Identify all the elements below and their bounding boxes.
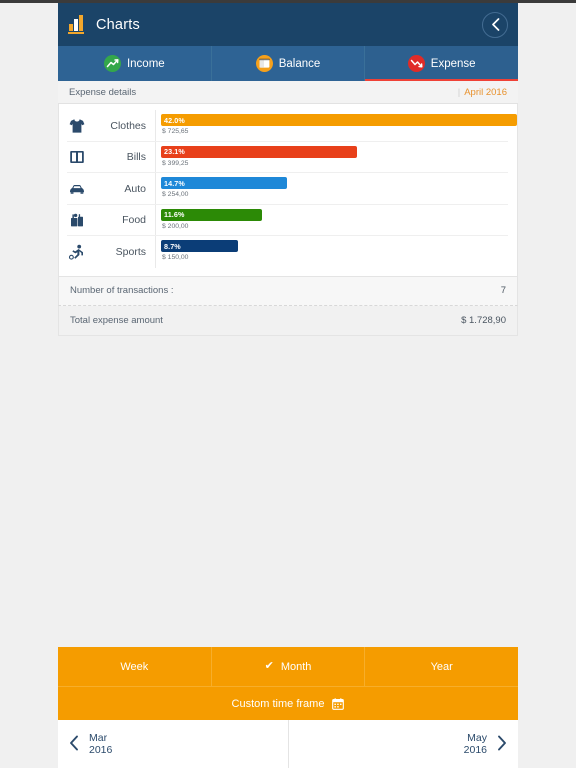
category-label: Bills: [87, 151, 149, 163]
chart-row[interactable]: Food 11.6% $ 200,00: [59, 205, 517, 237]
bar: 8.7%: [161, 240, 238, 252]
custom-time-frame-label: Custom time frame: [232, 698, 325, 710]
prev-month-year: 2016: [89, 744, 112, 756]
next-month-name: May: [467, 732, 487, 744]
tab-balance[interactable]: Balance: [212, 46, 366, 81]
period-tab-week[interactable]: Week: [58, 647, 212, 686]
total-expense-label: Total expense amount: [70, 315, 163, 326]
bar-amount-label: $ 200,00: [161, 223, 517, 230]
chart-row[interactable]: Clothes 42.0% $ 725,65: [59, 110, 517, 142]
chart-row[interactable]: Auto 14.7% $ 254,00: [59, 173, 517, 205]
tab-expense[interactable]: Expense: [365, 46, 518, 81]
bar-amount-label: $ 725,65: [161, 128, 517, 135]
bar: 23.1%: [161, 146, 357, 158]
category-label: Sports: [87, 246, 149, 258]
period-tab-year[interactable]: Year: [365, 647, 518, 686]
total-expense-value: $ 1.728,90: [461, 315, 506, 326]
category-cell: Sports: [59, 236, 156, 268]
bar-chart-icon: [68, 15, 87, 34]
period-tabs: Week ✔ Month Year: [58, 647, 518, 686]
chevron-right-icon: [497, 735, 507, 754]
category-label: Food: [87, 214, 149, 226]
period-tab-month[interactable]: ✔ Month: [212, 647, 366, 686]
prev-month-name: Mar: [89, 732, 107, 744]
bar-percent-label: 11.6%: [161, 210, 184, 219]
tab-balance-label: Balance: [279, 58, 321, 70]
line-down-circle-icon: [408, 55, 425, 72]
category-label: Clothes: [87, 120, 149, 132]
category-cell: Auto: [59, 173, 156, 205]
tshirt-icon: [67, 116, 87, 136]
bar-amount-label: $ 150,00: [161, 254, 517, 261]
period-separator: |: [458, 87, 460, 98]
month-navigator: Mar 2016 May 2016: [58, 720, 518, 768]
bar-cell: 23.1% $ 399,25: [156, 142, 517, 167]
chart-row[interactable]: Bills 23.1% $ 399,25: [59, 142, 517, 174]
soccer-player-icon: [67, 242, 87, 262]
car-icon: [67, 179, 87, 199]
bar-percent-label: 42.0%: [161, 116, 185, 125]
period-value: April 2016: [464, 87, 507, 98]
custom-time-frame-button[interactable]: Custom time frame: [58, 686, 518, 720]
transactions-label: Number of transactions :: [70, 285, 174, 296]
chart-row[interactable]: Sports 8.7% $ 150,00: [59, 236, 517, 268]
chart-type-tabs: Income Balance Expense: [58, 46, 518, 81]
bar-percent-label: 14.7%: [161, 179, 185, 188]
prev-month-text: Mar 2016: [89, 732, 112, 756]
bar-amount-label: $ 254,00: [161, 191, 517, 198]
calendar-icon: [332, 698, 344, 710]
tab-income-label: Income: [127, 58, 165, 70]
total-expense-row: Total expense amount $ 1.728,90: [58, 306, 518, 336]
card-title: Expense details: [69, 87, 136, 98]
invoice-icon: [67, 147, 87, 167]
bar: 14.7%: [161, 177, 287, 189]
tab-expense-label: Expense: [431, 58, 476, 70]
period-tab-year-label: Year: [431, 661, 453, 673]
next-month-button[interactable]: May 2016: [289, 720, 519, 768]
groceries-icon: [67, 210, 87, 230]
next-month-year: 2016: [464, 744, 487, 756]
chevron-left-icon: [69, 735, 79, 754]
transactions-value: 7: [501, 285, 506, 296]
period-tab-week-label: Week: [120, 661, 148, 673]
bar: 42.0%: [161, 114, 517, 126]
bar: 11.6%: [161, 209, 262, 221]
card-header: Expense details | April 2016: [58, 81, 518, 104]
active-tab-indicator: [365, 79, 518, 81]
expense-details-card: Expense details | April 2016 Clothes: [58, 81, 518, 336]
transactions-row: Number of transactions : 7: [58, 276, 518, 306]
back-button[interactable]: [482, 12, 508, 38]
bar-percent-label: 8.7%: [161, 242, 181, 251]
check-icon: ✔: [265, 661, 274, 672]
next-month-text: May 2016: [464, 732, 487, 756]
tab-income[interactable]: Income: [58, 46, 212, 81]
chevron-left-icon: [491, 18, 500, 31]
period-tab-month-label: Month: [281, 661, 312, 673]
app-bar: Charts: [58, 3, 518, 46]
bar-cell: 11.6% $ 200,00: [156, 205, 517, 230]
bar-amount-label: $ 399,25: [161, 160, 517, 167]
category-label: Auto: [87, 183, 149, 195]
time-frame-toolbar: Week ✔ Month Year Custom time frame: [58, 647, 518, 768]
bar-cell: 8.7% $ 150,00: [156, 236, 517, 261]
expense-bar-chart: Clothes 42.0% $ 725,65: [58, 104, 518, 276]
wallet-circle-icon: [256, 55, 273, 72]
bar-cell: 14.7% $ 254,00: [156, 173, 517, 198]
category-cell: Food: [59, 205, 156, 237]
page-title: Charts: [96, 17, 140, 33]
category-cell: Bills: [59, 142, 156, 174]
line-up-circle-icon: [104, 55, 121, 72]
bar-percent-label: 23.1%: [161, 147, 185, 156]
period-label: | April 2016: [458, 87, 507, 98]
bar-cell: 42.0% $ 725,65: [156, 110, 517, 135]
prev-month-button[interactable]: Mar 2016: [58, 720, 289, 768]
category-cell: Clothes: [59, 110, 156, 142]
charts-panel: Charts Income: [58, 3, 518, 336]
